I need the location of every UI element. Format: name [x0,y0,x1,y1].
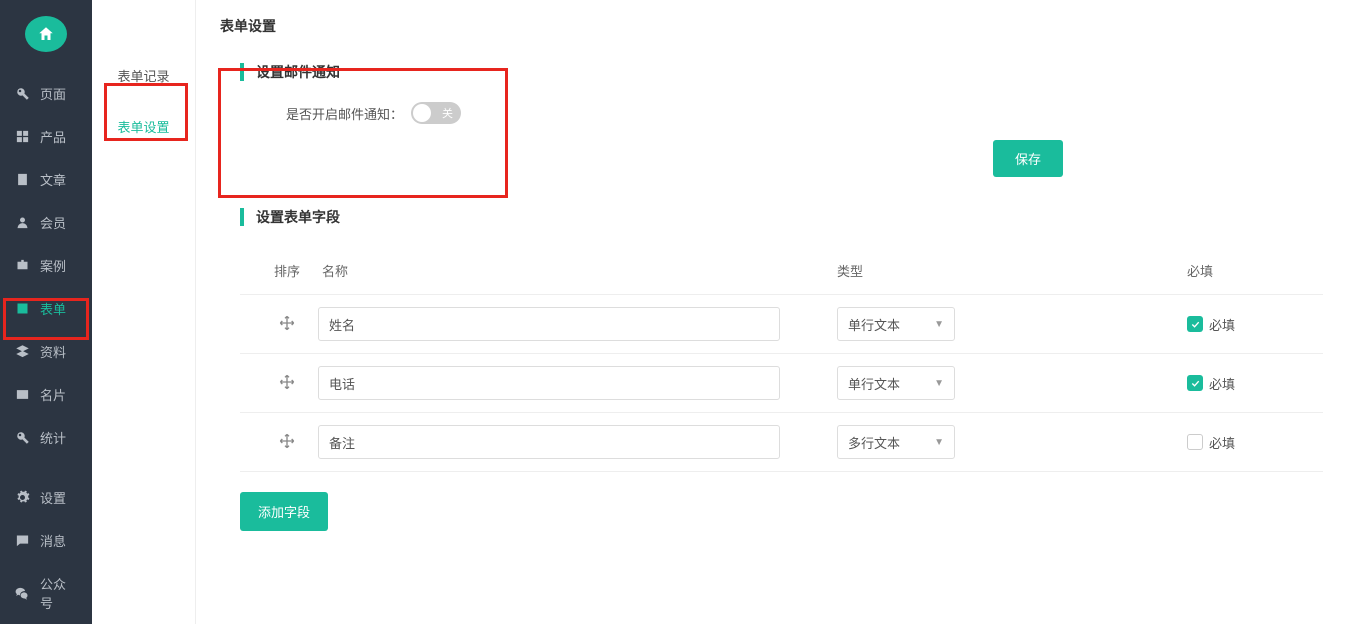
section-bar [240,63,244,81]
field-type-select[interactable]: 单行文本 ▼ [837,366,955,400]
required-label: 必填 [1209,433,1235,452]
chevron-down-icon: ▼ [934,378,944,389]
nav-label: 会员 [40,213,66,232]
table-row: 多行文本 ▼ 必填 [240,413,1323,472]
nav-settings[interactable]: 设置 [0,476,92,519]
wechat-icon [14,586,30,601]
msg-icon [14,533,30,548]
nav-label: 消息 [40,531,66,550]
email-toggle[interactable]: 关 [411,102,461,124]
nav-label: 名片 [40,385,66,404]
drag-handle-icon[interactable] [279,374,295,393]
required-checkbox[interactable] [1187,434,1203,450]
required-label: 必填 [1209,374,1235,393]
nav-card[interactable]: 名片 [0,373,92,416]
nav-label: 统计 [40,428,66,447]
wrench-icon [14,86,30,101]
th-required: 必填 [1187,261,1307,280]
nav-page[interactable]: 页面 [0,72,92,115]
section-title-fields: 设置表单字段 [256,207,340,227]
field-name-input[interactable] [318,307,780,341]
drag-handle-icon[interactable] [279,433,295,452]
sub-item-records[interactable]: 表单记录 [92,50,195,101]
chevron-down-icon: ▼ [934,437,944,448]
gear-icon [14,490,30,505]
sub-item-settings[interactable]: 表单设置 [92,101,195,152]
nav-message[interactable]: 消息 [0,519,92,562]
table-row: 单行文本 ▼ 必填 [240,295,1323,354]
nav-label: 页面 [40,84,66,103]
select-value: 多行文本 [848,433,900,452]
nav-wechat[interactable]: 公众号 [0,562,92,624]
select-value: 单行文本 [848,374,900,393]
toggle-label: 是否开启邮件通知： [286,104,403,123]
nav-label: 文章 [40,170,66,189]
nav-label: 产品 [40,127,66,146]
table-row: 单行文本 ▼ 必填 [240,354,1323,413]
required-checkbox[interactable] [1187,316,1203,332]
nav-form[interactable]: 表单 [0,287,92,330]
fields-table: 排序 名称 类型 必填 单行文本 ▼ [240,247,1323,472]
user-icon [14,215,30,230]
required-label: 必填 [1209,315,1235,334]
doc-icon [14,172,30,187]
field-name-input[interactable] [318,366,780,400]
field-type-select[interactable]: 单行文本 ▼ [837,307,955,341]
th-type: 类型 [837,261,1187,280]
toggle-knob [413,104,431,122]
main-sidebar: 页面 产品 文章 会员 案例 表单 资料 名片 [0,0,92,624]
home-icon [37,25,55,43]
section-title-email: 设置邮件通知 [256,62,340,82]
email-section: 设置邮件通知 是否开启邮件通知： 关 保存 [196,52,1367,197]
nav-material[interactable]: 资料 [0,330,92,373]
field-name-input[interactable] [318,425,780,459]
nav-stats[interactable]: 统计 [0,416,92,459]
home-button[interactable] [25,16,67,52]
nav-product[interactable]: 产品 [0,115,92,158]
field-type-select[interactable]: 多行文本 ▼ [837,425,955,459]
section-bar [240,208,244,226]
nav-article[interactable]: 文章 [0,158,92,201]
required-checkbox[interactable] [1187,375,1203,391]
nav-member[interactable]: 会员 [0,201,92,244]
th-sort: 排序 [256,261,318,280]
fields-section: 设置表单字段 排序 名称 类型 必填 单行文本 ▼ [196,197,1367,551]
form-icon [14,301,30,316]
card-icon [14,387,30,402]
layers-icon [14,344,30,359]
drag-handle-icon[interactable] [279,315,295,334]
table-header: 排序 名称 类型 必填 [240,247,1323,295]
th-name: 名称 [318,261,837,280]
sub-sidebar: 表单记录 表单设置 [92,0,196,624]
chevron-down-icon: ▼ [934,319,944,330]
case-icon [14,258,30,273]
grid-icon [14,129,30,144]
nav-case[interactable]: 案例 [0,244,92,287]
nav-label: 资料 [40,342,66,361]
nav-label: 公众号 [40,574,78,612]
nav-label: 案例 [40,256,66,275]
nav-label: 设置 [40,488,66,507]
select-value: 单行文本 [848,315,900,334]
nav-label: 表单 [40,299,66,318]
stats-icon [14,430,30,445]
page-title: 表单设置 [196,0,1367,52]
add-field-button[interactable]: 添加字段 [240,492,328,531]
save-button[interactable]: 保存 [993,140,1063,177]
toggle-state: 关 [442,105,453,121]
main-content: 表单设置 设置邮件通知 是否开启邮件通知： 关 保存 [196,0,1367,624]
